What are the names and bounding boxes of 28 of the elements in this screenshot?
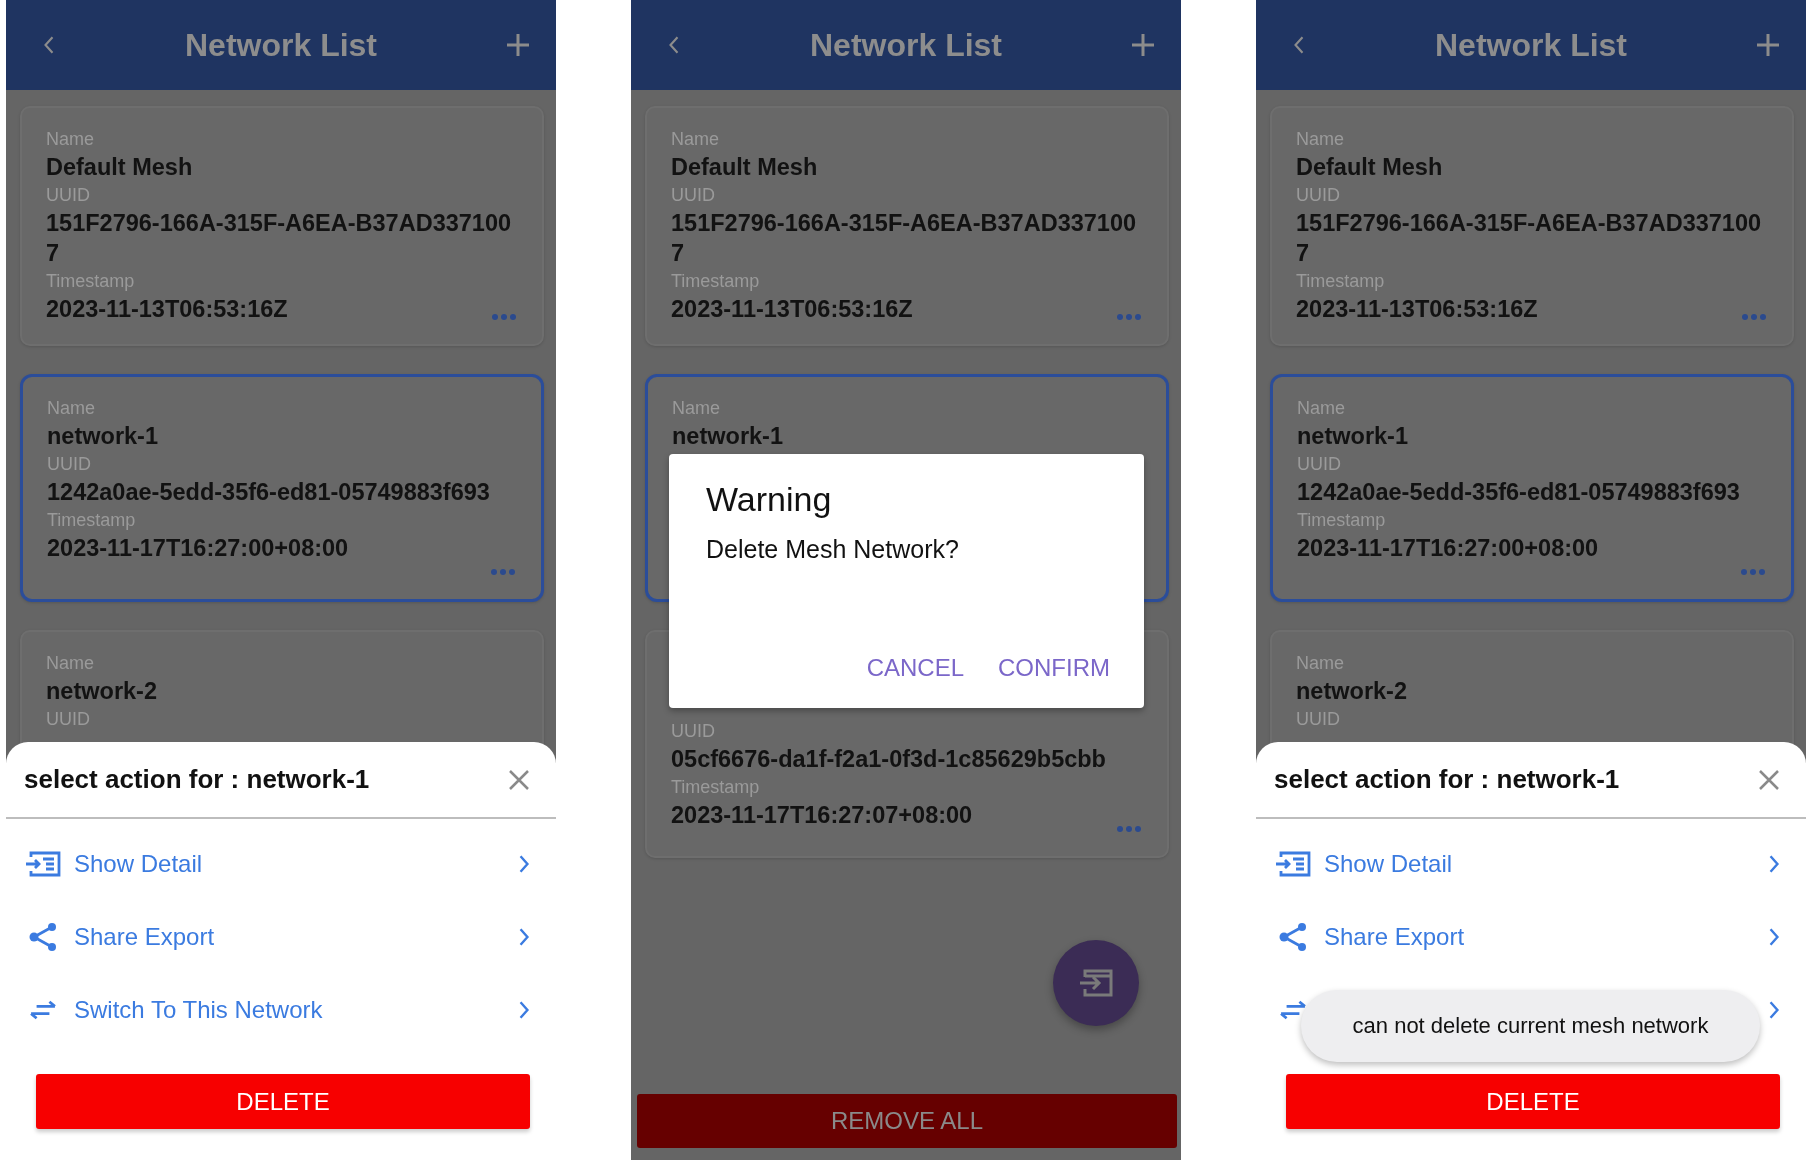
field-value: 151F2796-166A-315F-A6EA-B37AD3371007 [671, 209, 1138, 268]
screen-title: Network List [185, 26, 377, 64]
field-value: network-1 [672, 422, 783, 451]
field-value: network-2 [46, 677, 157, 706]
field-value: 2023-11-13T06:53:16Z [1296, 295, 1538, 324]
field-value: 2023-11-13T06:53:16Z [46, 295, 288, 324]
field-value: Default Mesh [671, 153, 818, 182]
field-value: 2023-11-17T16:27:00+08:00 [47, 534, 349, 563]
field-value: 1242a0ae-5edd-35f6-ed81-05749883f693 [1297, 478, 1740, 507]
field-value: Default Mesh [1296, 153, 1443, 182]
toast-message: can not delete current mesh network [1301, 990, 1760, 1062]
dialog-title: Warning [706, 480, 832, 519]
screen-title: Network List [810, 26, 1002, 64]
field-value: network-1 [47, 422, 158, 451]
screen-title: Network List [1435, 26, 1627, 64]
field-value: Default Mesh [46, 153, 193, 182]
field-value: 05cf6676-da1f-f2a1-0f3d-1c85629b5cbb [671, 745, 1106, 774]
field-value: 2023-11-17T16:27:00+08:00 [1297, 534, 1599, 563]
field-value: network-2 [1296, 677, 1407, 706]
sheet-title: select action for : network-1 [24, 764, 370, 795]
dialog-message: Delete Mesh Network? [706, 535, 959, 564]
field-value: 2023-11-17T16:27:07+08:00 [671, 801, 973, 830]
sheet-title: select action for : network-1 [1274, 764, 1620, 795]
field-value: 2023-11-13T06:53:16Z [671, 295, 913, 324]
field-value: 1242a0ae-5edd-35f6-ed81-05749883f693 [47, 478, 490, 507]
field-value: 151F2796-166A-315F-A6EA-B37AD3371007 [46, 209, 513, 268]
field-value: network-1 [1297, 422, 1408, 451]
field-value: 151F2796-166A-315F-A6EA-B37AD3371007 [1296, 209, 1763, 268]
